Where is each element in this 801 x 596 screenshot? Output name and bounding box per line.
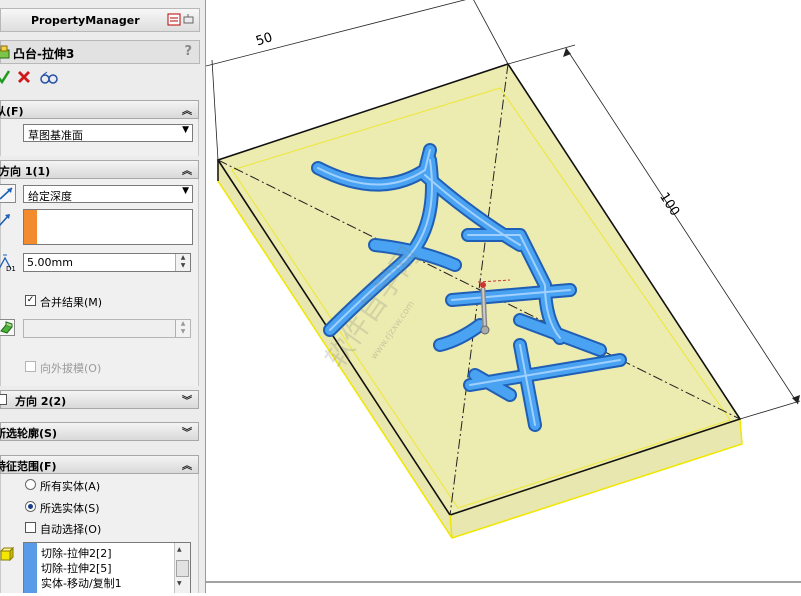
selected-bodies-radio[interactable] <box>25 501 36 512</box>
selection-color-bar <box>24 543 37 593</box>
feature-header: 凸台-拉伸3 ? <box>0 40 200 64</box>
draft-outward-checkbox[interactable] <box>25 361 36 372</box>
action-buttons <box>0 68 80 88</box>
scroll-thumb[interactable] <box>176 560 189 577</box>
depth-input[interactable]: 5.00mm ▲▼ <box>23 253 191 272</box>
draft-toggle-icon[interactable] <box>0 319 16 340</box>
cancel-x-icon[interactable] <box>17 70 31 87</box>
direction-reference-box[interactable] <box>23 209 193 245</box>
property-manager-panel: PropertyManager 凸台-拉伸3 ? 从(F) ︽ 草图基准面 ▼ <box>0 0 206 593</box>
collapse-chevron-icon[interactable]: ︽ <box>182 457 192 472</box>
ok-check-icon[interactable] <box>0 70 10 87</box>
merge-result-checkbox[interactable]: ✓ <box>25 295 36 306</box>
draft-outward-label: 向外拔模(O) <box>40 360 101 376</box>
dimension-50-line <box>206 0 480 66</box>
group-feature-scope-body: 所有实体(A) 所选实体(S) 自动选择(O) 切除-拉伸2[2] 切除-拉伸2… <box>0 474 199 593</box>
selected-bodies-label: 所选实体(S) <box>40 500 100 516</box>
reverse-direction-icon[interactable] <box>0 184 17 207</box>
list-scrollbar[interactable]: ▲ ▼ <box>174 543 190 593</box>
expand-chevron-icon[interactable]: ︾ <box>182 392 192 407</box>
start-condition-value: 草图基准面 <box>28 127 83 143</box>
depth-icon-label: D1 <box>6 265 16 273</box>
dimension-50-text[interactable]: 50 <box>254 30 274 49</box>
auto-select-checkbox[interactable] <box>25 522 36 533</box>
feature-name: 凸台-拉伸3 <box>13 45 74 62</box>
selection-color-bar <box>24 210 37 244</box>
group-direction2-label: 方向 2(2) <box>15 393 66 409</box>
draft-angle-spinner[interactable]: ▲▼ <box>175 320 190 337</box>
scroll-up-icon[interactable]: ▲ <box>177 546 182 553</box>
group-direction1[interactable]: 方向 1(1) ︽ <box>0 160 199 179</box>
dropdown-arrow-icon: ▼ <box>182 125 189 135</box>
start-condition-select[interactable]: 草图基准面 ▼ <box>23 124 193 142</box>
direction-vector-icon <box>0 211 13 232</box>
end-condition-value: 给定深度 <box>28 188 72 204</box>
depth-value: 5.00mm <box>27 256 73 269</box>
all-bodies-label: 所有实体(A) <box>40 478 100 494</box>
group-selected-contours[interactable]: 所选轮廓(S) ︾ <box>0 422 199 441</box>
scroll-down-icon[interactable]: ▼ <box>177 580 182 587</box>
preview-glasses-icon[interactable] <box>40 71 58 88</box>
collapse-chevron-icon[interactable]: ︽ <box>182 162 192 177</box>
group-direction1-body: 给定深度 ▼ D1 5.00mm ▲▼ ✓ 合并结果(M) ▲▼ 向外拔模(O) <box>0 179 199 386</box>
list-item[interactable]: 切除-拉伸2[2] <box>41 545 112 561</box>
graphics-viewport[interactable]: 50 100 <box>206 0 801 593</box>
group-from-body: 草图基准面 ▼ <box>0 119 199 156</box>
merge-result-label: 合并结果(M) <box>40 294 102 310</box>
model-view: 50 100 <box>206 0 801 593</box>
group-direction1-label: 方向 1(1) <box>0 163 50 179</box>
all-bodies-radio[interactable] <box>25 479 36 490</box>
property-manager-title: PropertyManager <box>31 14 140 27</box>
dimension-100-text[interactable]: 100 <box>656 190 682 219</box>
draft-angle-input[interactable]: ▲▼ <box>23 319 191 338</box>
group-feature-scope-label: 特征范围(F) <box>0 458 57 474</box>
group-from[interactable]: 从(F) ︽ <box>0 100 199 119</box>
group-feature-scope[interactable]: 特征范围(F) ︽ <box>0 455 199 474</box>
depth-spinner[interactable]: ▲▼ <box>175 254 190 271</box>
solid-bodies-icon <box>0 546 15 565</box>
group-selected-contours-label: 所选轮廓(S) <box>0 425 57 441</box>
property-manager-title-bar: PropertyManager <box>0 8 200 32</box>
auto-select-label: 自动选择(O) <box>40 521 101 537</box>
list-item[interactable]: 切除-拉伸2[5] <box>41 560 112 576</box>
expand-chevron-icon[interactable]: ︾ <box>182 424 192 439</box>
end-condition-select[interactable]: 给定深度 ▼ <box>23 185 193 203</box>
help-icon[interactable]: ? <box>184 44 192 59</box>
collapse-chevron-icon[interactable]: ︽ <box>182 102 192 117</box>
bodies-list[interactable]: 切除-拉伸2[2] 切除-拉伸2[5] 实体-移动/复制1 ▲ ▼ <box>23 542 191 593</box>
list-item[interactable]: 实体-移动/复制1 <box>41 575 122 591</box>
dropdown-arrow-icon: ▼ <box>182 186 189 196</box>
group-from-label: 从(F) <box>0 103 24 119</box>
extrude-feature-icon <box>0 45 11 59</box>
panel-split-icon[interactable] <box>167 13 195 27</box>
direction2-checkbox[interactable] <box>0 394 7 405</box>
group-direction2[interactable]: 方向 2(2) ︾ <box>0 390 199 409</box>
